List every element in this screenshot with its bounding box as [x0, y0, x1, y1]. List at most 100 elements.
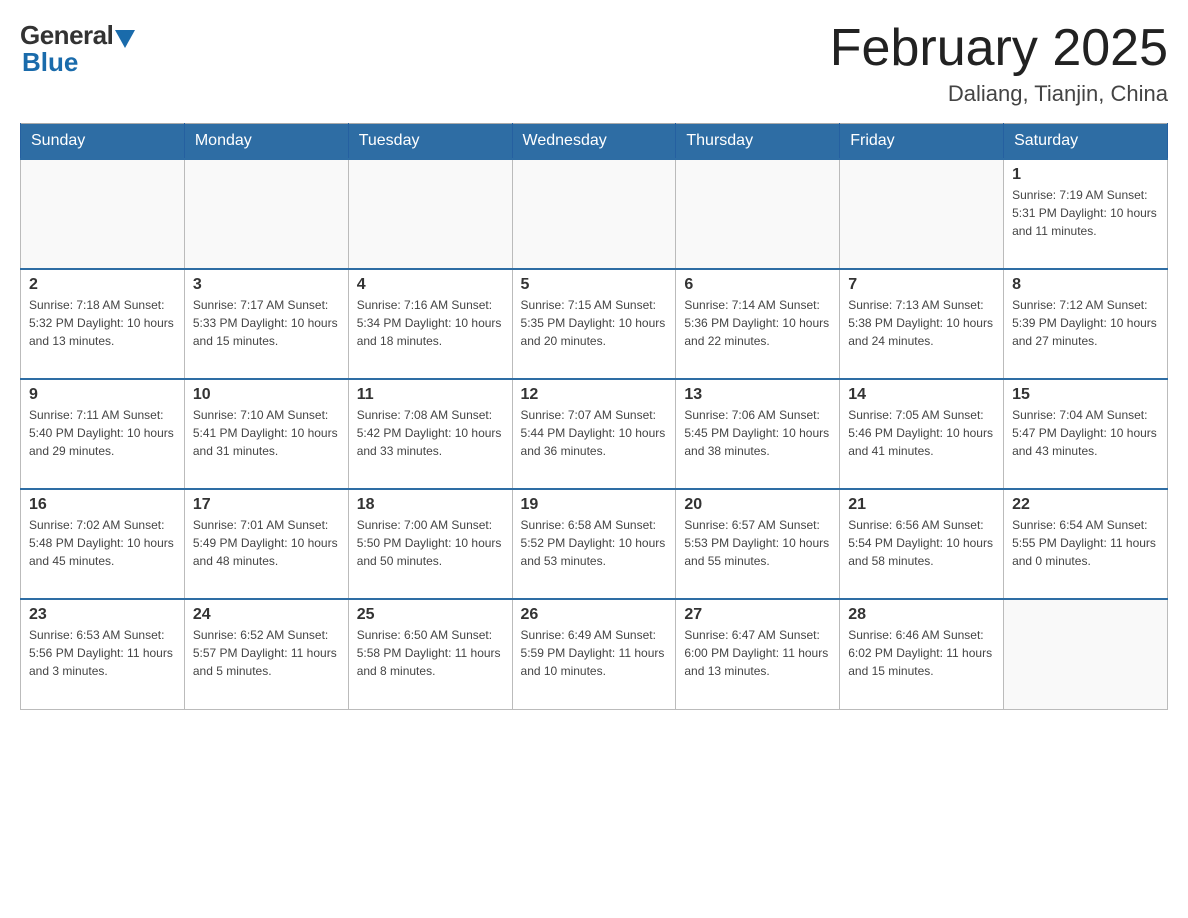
day-number: 22 [1012, 496, 1159, 514]
day-info: Sunrise: 6:57 AM Sunset: 5:53 PM Dayligh… [684, 516, 831, 570]
calendar-cell: 11 Sunrise: 7:08 AM Sunset: 5:42 PM Dayli… [348, 379, 512, 489]
day-number: 16 [29, 496, 176, 514]
calendar-cell: 12 Sunrise: 7:07 AM Sunset: 5:44 PM Dayli… [512, 379, 676, 489]
calendar-cell: 8 Sunrise: 7:12 AM Sunset: 5:39 PM Daylig… [1004, 269, 1168, 379]
day-number: 28 [848, 606, 995, 624]
calendar-cell: 4 Sunrise: 7:16 AM Sunset: 5:34 PM Daylig… [348, 269, 512, 379]
day-info: Sunrise: 7:18 AM Sunset: 5:32 PM Dayligh… [29, 296, 176, 350]
calendar-table: SundayMondayTuesdayWednesdayThursdayFrid… [20, 123, 1168, 710]
calendar-header-row: SundayMondayTuesdayWednesdayThursdayFrid… [21, 124, 1168, 160]
calendar-cell [676, 159, 840, 269]
week-row-1: 1Sunrise: 7:19 AM Sunset: 5:31 PM Daylig… [21, 159, 1168, 269]
calendar-cell: 25 Sunrise: 6:50 AM Sunset: 5:58 PM Dayli… [348, 599, 512, 709]
day-info: Sunrise: 6:46 AM Sunset: 6:02 PM Dayligh… [848, 626, 995, 680]
day-info: Sunrise: 6:56 AM Sunset: 5:54 PM Dayligh… [848, 516, 995, 570]
day-info: Sunrise: 7:02 AM Sunset: 5:48 PM Dayligh… [29, 516, 176, 570]
day-info: Sunrise: 7:08 AM Sunset: 5:42 PM Dayligh… [357, 406, 504, 460]
calendar-cell: 23 Sunrise: 6:53 AM Sunset: 5:56 PM Dayli… [21, 599, 185, 709]
day-info: Sunrise: 7:00 AM Sunset: 5:50 PM Dayligh… [357, 516, 504, 570]
calendar-cell: 15 Sunrise: 7:04 AM Sunset: 5:47 PM Dayli… [1004, 379, 1168, 489]
calendar-cell: 1Sunrise: 7:19 AM Sunset: 5:31 PM Daylig… [1004, 159, 1168, 269]
day-info: Sunrise: 7:01 AM Sunset: 5:49 PM Dayligh… [193, 516, 340, 570]
calendar-cell: 28 Sunrise: 6:46 AM Sunset: 6:02 PM Dayli… [840, 599, 1004, 709]
calendar-cell: 14 Sunrise: 7:05 AM Sunset: 5:46 PM Dayli… [840, 379, 1004, 489]
week-row-5: 23 Sunrise: 6:53 AM Sunset: 5:56 PM Dayli… [21, 599, 1168, 709]
calendar-cell: 16 Sunrise: 7:02 AM Sunset: 5:48 PM Dayli… [21, 489, 185, 599]
page-header: General Blue February 2025 Daliang, Tian… [20, 20, 1168, 107]
calendar-cell: 3Sunrise: 7:17 AM Sunset: 5:33 PM Daylig… [184, 269, 348, 379]
day-info: Sunrise: 7:04 AM Sunset: 5:47 PM Dayligh… [1012, 406, 1159, 460]
day-info: Sunrise: 7:12 AM Sunset: 5:39 PM Dayligh… [1012, 296, 1159, 350]
logo-arrow-icon [115, 30, 135, 48]
day-info: Sunrise: 6:49 AM Sunset: 5:59 PM Dayligh… [521, 626, 668, 680]
day-number: 10 [193, 386, 340, 404]
day-number: 21 [848, 496, 995, 514]
day-info: Sunrise: 7:06 AM Sunset: 5:45 PM Dayligh… [684, 406, 831, 460]
day-number: 4 [357, 276, 504, 294]
day-number: 6 [684, 276, 831, 294]
calendar-cell [184, 159, 348, 269]
day-number: 27 [684, 606, 831, 624]
calendar-cell: 7Sunrise: 7:13 AM Sunset: 5:38 PM Daylig… [840, 269, 1004, 379]
day-number: 14 [848, 386, 995, 404]
calendar-cell [1004, 599, 1168, 709]
day-info: Sunrise: 7:13 AM Sunset: 5:38 PM Dayligh… [848, 296, 995, 350]
calendar-cell: 2 Sunrise: 7:18 AM Sunset: 5:32 PM Daylig… [21, 269, 185, 379]
day-info: Sunrise: 7:07 AM Sunset: 5:44 PM Dayligh… [521, 406, 668, 460]
day-number: 9 [29, 386, 176, 404]
calendar-cell: 21 Sunrise: 6:56 AM Sunset: 5:54 PM Dayli… [840, 489, 1004, 599]
weekday-header-friday: Friday [840, 124, 1004, 160]
day-number: 12 [521, 386, 668, 404]
day-info: Sunrise: 7:11 AM Sunset: 5:40 PM Dayligh… [29, 406, 176, 460]
day-info: Sunrise: 6:58 AM Sunset: 5:52 PM Dayligh… [521, 516, 668, 570]
day-number: 17 [193, 496, 340, 514]
week-row-4: 16 Sunrise: 7:02 AM Sunset: 5:48 PM Dayli… [21, 489, 1168, 599]
calendar-cell [840, 159, 1004, 269]
day-number: 20 [684, 496, 831, 514]
weekday-header-monday: Monday [184, 124, 348, 160]
day-info: Sunrise: 7:16 AM Sunset: 5:34 PM Dayligh… [357, 296, 504, 350]
calendar-cell [21, 159, 185, 269]
calendar-cell: 5 Sunrise: 7:15 AM Sunset: 5:35 PM Daylig… [512, 269, 676, 379]
day-number: 18 [357, 496, 504, 514]
day-number: 19 [521, 496, 668, 514]
calendar-cell: 10Sunrise: 7:10 AM Sunset: 5:41 PM Dayli… [184, 379, 348, 489]
calendar-cell: 24 Sunrise: 6:52 AM Sunset: 5:57 PM Dayli… [184, 599, 348, 709]
weekday-header-tuesday: Tuesday [348, 124, 512, 160]
calendar-cell: 27Sunrise: 6:47 AM Sunset: 6:00 PM Dayli… [676, 599, 840, 709]
calendar-cell [512, 159, 676, 269]
calendar-cell: 22Sunrise: 6:54 AM Sunset: 5:55 PM Dayli… [1004, 489, 1168, 599]
week-row-2: 2 Sunrise: 7:18 AM Sunset: 5:32 PM Daylig… [21, 269, 1168, 379]
day-number: 8 [1012, 276, 1159, 294]
day-number: 2 [29, 276, 176, 294]
logo: General Blue [20, 20, 135, 78]
day-number: 1 [1012, 166, 1159, 184]
month-title: February 2025 [830, 20, 1168, 77]
day-info: Sunrise: 7:14 AM Sunset: 5:36 PM Dayligh… [684, 296, 831, 350]
day-number: 25 [357, 606, 504, 624]
day-info: Sunrise: 6:52 AM Sunset: 5:57 PM Dayligh… [193, 626, 340, 680]
day-info: Sunrise: 7:15 AM Sunset: 5:35 PM Dayligh… [521, 296, 668, 350]
calendar-cell: 13Sunrise: 7:06 AM Sunset: 5:45 PM Dayli… [676, 379, 840, 489]
calendar-cell: 17 Sunrise: 7:01 AM Sunset: 5:49 PM Dayli… [184, 489, 348, 599]
day-number: 11 [357, 386, 504, 404]
day-number: 3 [193, 276, 340, 294]
calendar-cell: 6 Sunrise: 7:14 AM Sunset: 5:36 PM Daylig… [676, 269, 840, 379]
calendar-cell: 9 Sunrise: 7:11 AM Sunset: 5:40 PM Daylig… [21, 379, 185, 489]
calendar-cell [348, 159, 512, 269]
weekday-header-saturday: Saturday [1004, 124, 1168, 160]
day-number: 24 [193, 606, 340, 624]
day-number: 26 [521, 606, 668, 624]
logo-blue-text: Blue [22, 47, 78, 78]
week-row-3: 9 Sunrise: 7:11 AM Sunset: 5:40 PM Daylig… [21, 379, 1168, 489]
day-number: 15 [1012, 386, 1159, 404]
location-title: Daliang, Tianjin, China [830, 81, 1168, 107]
day-info: Sunrise: 6:50 AM Sunset: 5:58 PM Dayligh… [357, 626, 504, 680]
weekday-header-sunday: Sunday [21, 124, 185, 160]
day-number: 5 [521, 276, 668, 294]
day-number: 23 [29, 606, 176, 624]
day-info: Sunrise: 6:53 AM Sunset: 5:56 PM Dayligh… [29, 626, 176, 680]
weekday-header-thursday: Thursday [676, 124, 840, 160]
day-info: Sunrise: 7:05 AM Sunset: 5:46 PM Dayligh… [848, 406, 995, 460]
calendar-cell: 18 Sunrise: 7:00 AM Sunset: 5:50 PM Dayli… [348, 489, 512, 599]
